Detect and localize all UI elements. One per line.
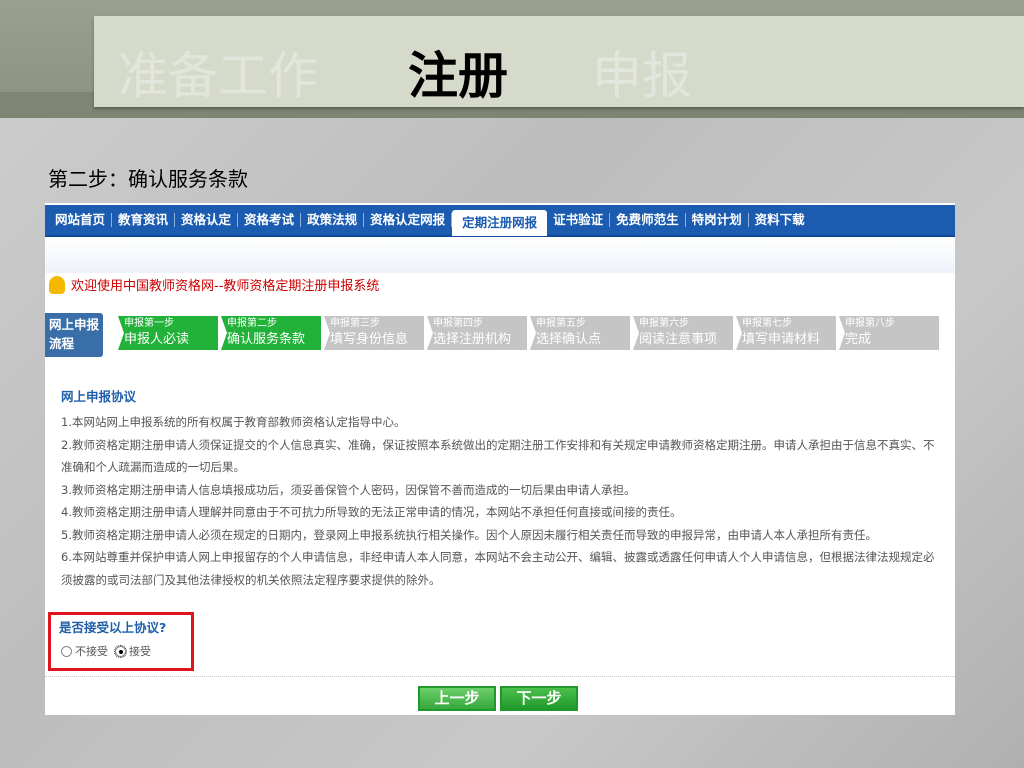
step-3: 申报第三步填写身份信息 <box>324 316 424 350</box>
header-gradient <box>45 237 955 273</box>
slide-banner: 准备工作 注册 申报 <box>94 16 1024 107</box>
step-title: 完成 <box>845 332 872 347</box>
step-8: 申报第八步 完成 <box>839 316 939 350</box>
nav-free-normal[interactable]: 免费师范生 <box>610 213 686 227</box>
nav-special-post[interactable]: 特岗计划 <box>686 213 749 227</box>
step-1: 申报第一步申报人必读 <box>118 316 218 350</box>
step-2: 申报第二步确认服务条款 <box>221 316 321 350</box>
step-title: 阅读注意事项 <box>639 332 718 347</box>
agreement-item: 1.本网站网上申报系统的所有权属于教育部教师资格认定指导中心。 <box>61 415 406 429</box>
accept-question: 是否接受以上协议? <box>59 620 167 635</box>
nav-exam[interactable]: 资格考试 <box>238 213 302 227</box>
nav-certification[interactable]: 资格认定 <box>175 213 239 227</box>
banner-tab-prepare: 准备工作 <box>118 47 318 105</box>
nav-verify[interactable]: 证书验证 <box>547 213 611 227</box>
step-number: 申报第四步 <box>433 318 483 329</box>
accept-label[interactable]: 接受 <box>129 643 151 659</box>
nav-cert-online[interactable]: 资格认定网报 <box>364 213 453 227</box>
step-title: 填写身份信息 <box>330 332 409 347</box>
accept-radio-group: 不接受 接受 <box>61 643 151 659</box>
step-number: 申报第一步 <box>124 318 174 329</box>
banner-tab-apply: 申报 <box>592 47 692 105</box>
user-icon <box>49 275 65 294</box>
step-title: 填写申请材料 <box>742 332 821 347</box>
agreement-item: 2.教师资格定期注册申请人须保证提交的个人信息真实、准确，保证按照本系统做出的定… <box>61 437 935 475</box>
step-number: 申报第八步 <box>845 318 895 329</box>
nav-home[interactable]: 网站首页 <box>49 213 113 227</box>
flow-label: 网上申报流程 <box>45 313 103 357</box>
next-step-button[interactable]: 下一步 <box>500 686 578 711</box>
divider <box>45 676 955 677</box>
step-number: 申报第五步 <box>536 318 586 329</box>
welcome-text: 欢迎使用中国教师资格网--教师资格定期注册申报系统 <box>71 279 380 294</box>
nav-registration-online[interactable]: 定期注册网报 <box>452 210 548 236</box>
step-progress: 申报第一步 申报人必读 申报第二步 确认服务条款 申报第三步 填写身份信息 申报第四步 选择注… <box>118 316 939 350</box>
website-screenshot: 网站首页 教育资讯 资格认定 资格考试 政策法规 资格认定网报 定期注册网报 证… <box>45 203 955 715</box>
reject-label[interactable]: 不接受 <box>75 643 108 659</box>
step-number: 申报第七步 <box>742 318 792 329</box>
top-nav: 网站首页 教育资讯 资格认定 资格考试 政策法规 资格认定网报 定期注册网报 证… <box>45 205 955 237</box>
agreement: 网上申报协议 1.本网站网上申报系统的所有权属于教育部教师资格认定指导中心。 2… <box>61 386 941 591</box>
agreement-item: 6.本网站尊重并保护申请人网上申报留存的个人申请信息，非经申请人本人同意，本网站… <box>61 550 935 587</box>
step-6: 申报第六步阅读注意事项 <box>633 316 733 350</box>
nav-news[interactable]: 教育资讯 <box>112 213 176 227</box>
step-title: 选择注册机构 <box>433 332 512 347</box>
step-title: 确认服务条款 <box>227 332 306 347</box>
accept-radio[interactable] <box>114 644 127 658</box>
agreement-item: 3.教师资格定期注册申请人信息填报成功后，须妥善保管个人密码，因保管不善而造成的… <box>61 482 636 497</box>
welcome-line: 欢迎使用中国教师资格网--教师资格定期注册申报系统 <box>49 275 379 294</box>
banner-tab-register: 注册 <box>408 46 508 105</box>
step-4: 申报第四步选择注册机构 <box>427 316 527 350</box>
nav-policy[interactable]: 政策法规 <box>301 213 365 227</box>
step-number: 申报第二步 <box>227 318 277 329</box>
step-title: 选择确认点 <box>536 332 602 347</box>
step-number: 申报第三步 <box>330 318 380 329</box>
nav-downloads[interactable]: 资料下载 <box>749 213 811 227</box>
step-number: 申报第六步 <box>639 318 689 329</box>
step-5: 申报第五步选择确认点 <box>530 316 630 350</box>
reject-radio[interactable] <box>61 645 72 657</box>
step-title: 申报人必读 <box>124 332 190 347</box>
slide-subtitle: 第二步：确认服务条款 <box>48 167 248 191</box>
agreement-item: 5.教师资格定期注册申请人必须在规定的日期内，登录网上申报系统执行相关操作。因个… <box>61 527 877 542</box>
agreement-item: 4.教师资格定期注册申请人理解并同意由于不可抗力所导致的无法正常申请的情况，本网… <box>61 505 682 519</box>
prev-step-button[interactable]: 上一步 <box>418 686 496 711</box>
step-7: 申报第七步填写申请材料 <box>736 316 836 350</box>
agreement-title: 网上申报协议 <box>61 389 137 404</box>
